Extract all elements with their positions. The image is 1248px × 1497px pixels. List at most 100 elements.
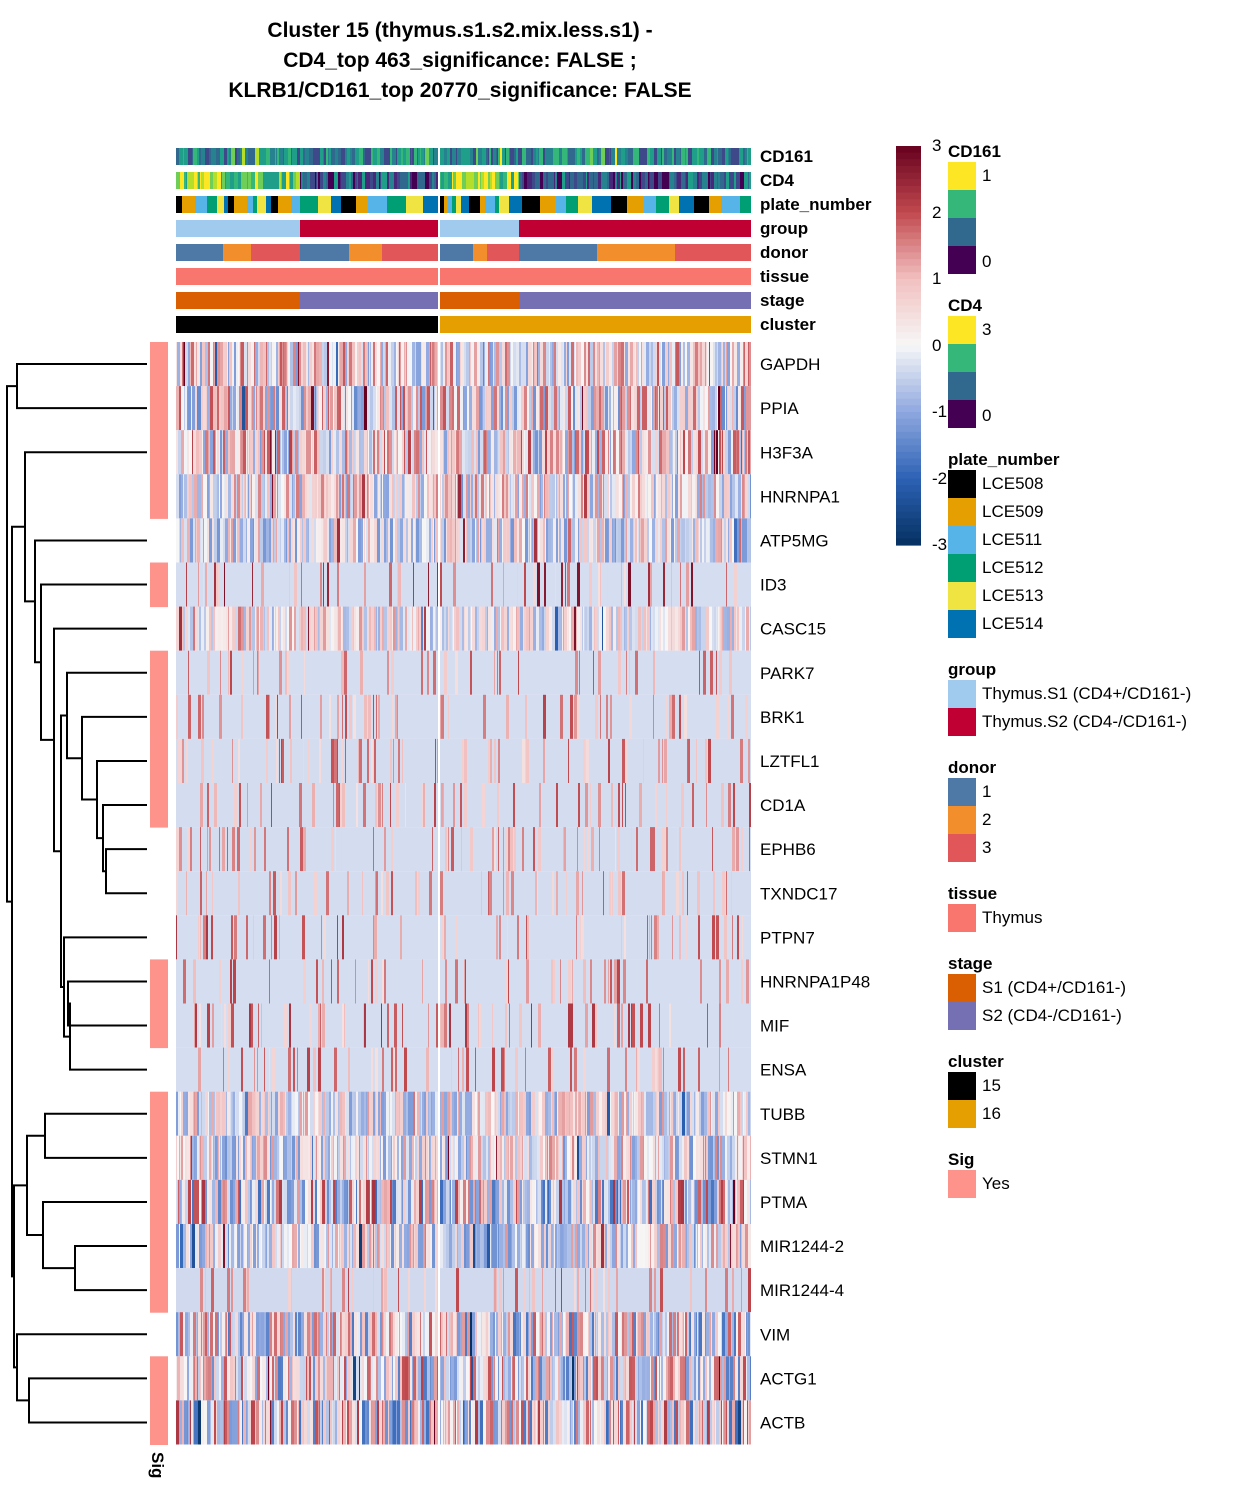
heatmap-cell <box>260 606 263 651</box>
heatmap-cell <box>578 474 581 519</box>
heatmap-cell <box>587 606 589 651</box>
heatmap-cell <box>516 342 519 387</box>
heatmap-cell <box>584 518 587 563</box>
heatmap-cell <box>249 474 251 519</box>
heatmap-cell <box>323 1091 325 1136</box>
heatmap-cell <box>607 562 608 607</box>
heatmap-cell <box>437 342 438 387</box>
heatmap-cell <box>451 1179 452 1224</box>
heatmap-cell <box>364 606 367 651</box>
heatmap-cell <box>248 386 251 431</box>
heatmap-cell <box>265 1400 266 1445</box>
heatmap-cell <box>186 1091 188 1136</box>
heatmap-cell <box>691 1091 694 1136</box>
heatmap-cell <box>343 342 345 387</box>
heatmap-cell <box>250 1135 251 1180</box>
heatmap-cell <box>604 1224 605 1269</box>
heatmap-cell <box>234 1224 235 1269</box>
annotation-cell-cd4 <box>345 172 346 189</box>
heatmap-cell <box>329 1224 332 1269</box>
heatmap-cell <box>429 518 431 563</box>
heatmap-cell <box>220 650 221 695</box>
annotation-cell-cd161 <box>572 148 574 165</box>
heatmap-cell <box>315 1135 316 1180</box>
heatmap-cell <box>280 1224 281 1269</box>
heatmap-cell <box>342 518 345 563</box>
heatmap-cell <box>393 1312 395 1357</box>
heatmap-cell <box>580 1224 582 1269</box>
heatmap-cell <box>267 606 269 651</box>
heatmap-cell <box>588 1356 590 1401</box>
heatmap-cell <box>526 606 529 651</box>
heatmap-cell <box>368 694 371 739</box>
heatmap-cell <box>353 1224 356 1269</box>
heatmap-cell <box>662 518 665 563</box>
heatmap-cell <box>553 1224 554 1269</box>
heatmap-cell <box>424 474 427 519</box>
heatmap-cell <box>559 1135 562 1180</box>
annotation-cell-cd161 <box>429 148 433 165</box>
heatmap-cell <box>706 1312 709 1357</box>
heatmap-cell <box>618 1400 619 1445</box>
heatmap-cell <box>461 827 462 872</box>
heatmap-cell <box>535 430 538 475</box>
heatmap-cell <box>349 606 351 651</box>
heatmap-cell <box>298 430 299 475</box>
heatmap-cell <box>411 1091 413 1136</box>
heatmap-cell <box>266 1224 267 1269</box>
heatmap-cell <box>312 474 314 519</box>
heatmap-cell <box>548 474 549 519</box>
annotation-cell-cd161 <box>625 148 628 165</box>
heatmap-cell <box>522 1179 523 1224</box>
heatmap-cell <box>397 1400 400 1445</box>
heatmap-cell <box>601 1312 604 1357</box>
heatmap-cell <box>374 915 377 960</box>
annotation-cell-cd161 <box>350 148 352 165</box>
heatmap-cell <box>625 474 627 519</box>
heatmap-cell <box>700 1356 701 1401</box>
heatmap-cell <box>309 694 310 739</box>
heatmap-cell <box>441 1356 444 1401</box>
heatmap-cell <box>531 1356 533 1401</box>
heatmap-cell <box>405 1312 407 1357</box>
heatmap-cell <box>494 1091 495 1136</box>
heatmap-cell <box>519 342 521 387</box>
heatmap-cell <box>676 871 679 916</box>
heatmap-cell <box>391 1224 394 1269</box>
heatmap-cell <box>360 1135 363 1180</box>
heatmap-cell <box>721 1400 722 1445</box>
heatmap-cell <box>209 1224 210 1269</box>
heatmap-cell <box>644 518 647 563</box>
annotation-cell-cd161 <box>184 148 188 165</box>
heatmap-cell <box>591 1400 592 1445</box>
heatmap-cell <box>192 430 193 475</box>
heatmap-cell <box>334 1047 337 1092</box>
heatmap-cell <box>185 1179 188 1224</box>
heatmap-cell <box>508 474 510 519</box>
heatmap-cell <box>381 1003 382 1048</box>
heatmap-cell <box>316 342 319 387</box>
heatmap-cell <box>525 518 528 563</box>
heatmap-cell <box>200 1356 201 1401</box>
heatmap-cell <box>447 430 449 475</box>
heatmap-cell <box>299 1356 300 1401</box>
heatmap-cell <box>569 1091 570 1136</box>
heatmap-cell <box>540 1312 542 1357</box>
annotation-cell-cd161 <box>424 148 425 165</box>
heatmap-cell <box>634 1091 635 1136</box>
heatmap-cell <box>483 1400 486 1445</box>
heatmap-cell <box>332 1312 333 1357</box>
heatmap-cell <box>201 474 203 519</box>
heatmap-cell <box>650 1224 651 1269</box>
heatmap-cell <box>370 1091 373 1136</box>
heatmap-cell <box>209 1179 211 1224</box>
heatmap-cell <box>693 342 695 387</box>
heatmap-cell <box>681 783 684 828</box>
heatmap-cell <box>407 342 409 387</box>
heatmap-cell <box>423 1179 425 1224</box>
heatmap-cell <box>624 1312 627 1357</box>
heatmap-cell <box>468 474 470 519</box>
annotation-cell-plate <box>423 196 438 213</box>
heatmap-cell <box>233 518 236 563</box>
heatmap-cell <box>547 1268 548 1313</box>
